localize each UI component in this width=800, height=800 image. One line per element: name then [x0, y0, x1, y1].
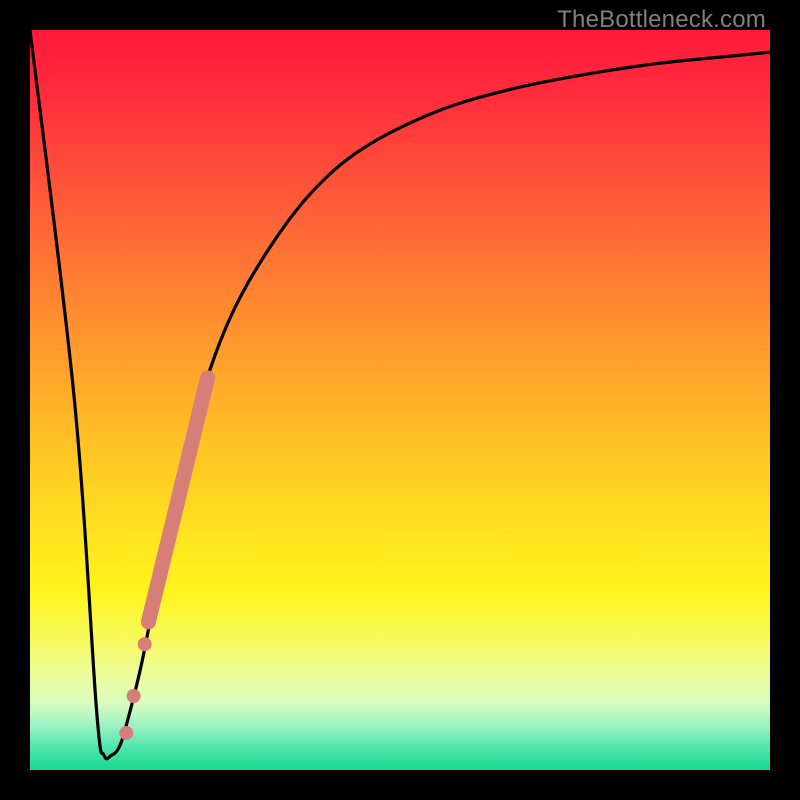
chart-frame: TheBottleneck.com	[0, 0, 800, 800]
chart-overlay	[30, 30, 770, 770]
plot-area	[30, 30, 770, 770]
marker-dot	[138, 637, 152, 651]
highlight-layer	[148, 378, 207, 622]
overlap-segment	[148, 378, 207, 622]
marker-dot	[127, 689, 141, 703]
marker-dot	[145, 600, 159, 614]
marker-dot	[119, 726, 133, 740]
